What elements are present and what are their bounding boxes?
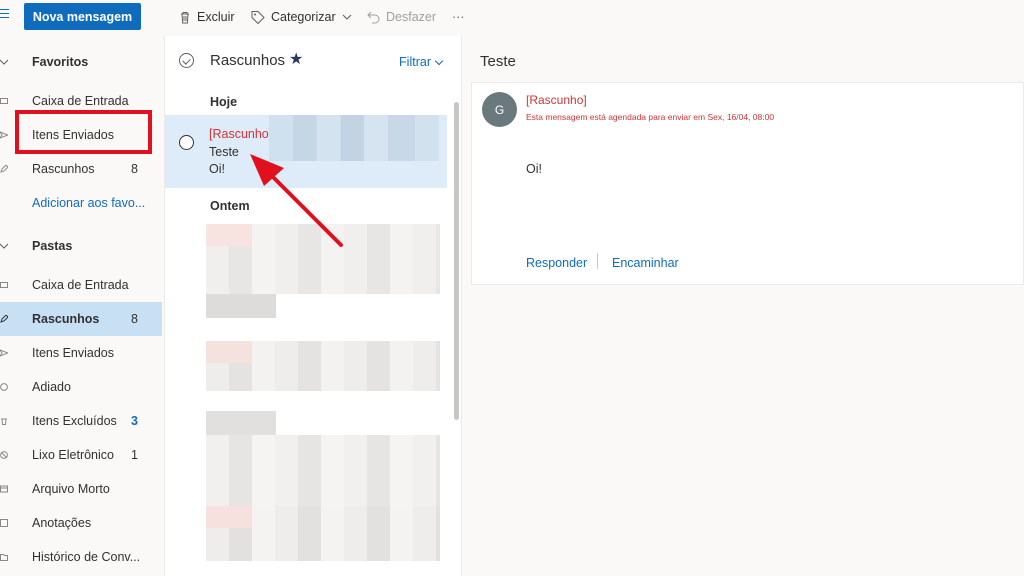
folders-header[interactable]: Pastas: [0, 229, 162, 263]
folder-item-junk[interactable]: Lixo Eletrônico 1: [0, 438, 162, 472]
chevron-down-icon: [0, 243, 8, 249]
junk-icon: [0, 451, 8, 459]
delete-button[interactable]: Excluir: [179, 8, 235, 26]
more-options-button[interactable]: ···: [452, 8, 465, 26]
folders-label: Pastas: [32, 239, 73, 253]
fav-item-label: Caixa de Entrada: [32, 94, 129, 108]
favorite-star-icon[interactable]: ★: [289, 49, 303, 69]
folder-label: Itens Excluídos: [32, 414, 117, 428]
list-scrollbar[interactable]: [454, 102, 459, 420]
group-header-today: Hoje: [210, 95, 238, 109]
filter-label: Filtrar: [399, 55, 431, 69]
reading-pane: Teste G [Rascunho] Esta mensagem está ag…: [463, 36, 1024, 576]
fav-item-label: Rascunhos: [32, 162, 95, 176]
archive-icon: [0, 485, 8, 493]
folder-item-conversation-history[interactable]: Histórico de Conv...: [0, 540, 162, 574]
add-favorite-label: Adicionar aos favo...: [32, 196, 146, 210]
unread-count: 8: [131, 162, 138, 176]
message-body: Oi!: [526, 162, 542, 176]
folder-item-drafts[interactable]: Rascunhos 8: [0, 302, 162, 336]
note-icon: [0, 519, 8, 527]
redacted-block: [206, 506, 252, 528]
undo-button[interactable]: Desfazer: [367, 8, 436, 26]
command-bar: Nova mensagem Excluir Categorizar Desfaz…: [0, 0, 1024, 36]
clock-icon: [0, 383, 8, 391]
trash-icon: [181, 11, 189, 23]
folder-label: Rascunhos: [32, 312, 100, 326]
folder-label: Arquivo Morto: [32, 482, 110, 496]
folder-item-deleted[interactable]: Itens Excluídos 3: [0, 404, 162, 438]
undo-icon: [367, 11, 380, 23]
message-list: Rascunhos ★ Filtrar Hoje [Rascunho] Test…: [164, 36, 462, 576]
send-icon: [0, 349, 8, 357]
schedule-note: Esta mensagem está agendada para enviar …: [526, 112, 775, 122]
folder-label: Anotações: [32, 516, 92, 530]
chevron-down-icon: [434, 56, 444, 66]
delete-label: Excluir: [197, 10, 235, 24]
favorites-header[interactable]: Favoritos: [0, 45, 162, 79]
folder-label: Lixo Eletrônico: [32, 448, 114, 462]
categorize-label: Categorizar: [271, 10, 336, 24]
hamburger-menu-icon[interactable]: [0, 9, 10, 23]
folder-label: Adiado: [32, 380, 71, 394]
pencil-icon: [0, 165, 8, 173]
message-subject: Teste: [209, 145, 239, 159]
fav-item-drafts[interactable]: Rascunhos 8: [0, 152, 162, 186]
folder-item-archive[interactable]: Arquivo Morto: [0, 472, 162, 506]
message-card: G [Rascunho] Esta mensagem está agendada…: [471, 82, 1024, 285]
reply-button[interactable]: Responder: [526, 256, 587, 270]
unread-count: 3: [131, 414, 138, 428]
redacted-block: [206, 224, 252, 246]
add-favorite-link[interactable]: Adicionar aos favo...: [0, 186, 162, 220]
folder-label: Histórico de Conv...: [32, 550, 141, 564]
divider: [597, 253, 598, 269]
folder-item-sent[interactable]: Itens Enviados: [0, 336, 162, 370]
message-select-radio[interactable]: [179, 135, 194, 150]
redacted-block: [269, 115, 439, 161]
folder-label: Caixa de Entrada: [32, 278, 129, 292]
message-title: Teste: [480, 53, 516, 70]
favorites-label: Favoritos: [32, 55, 89, 69]
folder-item-notes[interactable]: Anotações: [0, 506, 162, 540]
pencil-icon: [0, 315, 8, 323]
redacted-block: [206, 411, 276, 435]
redacted-block: [206, 294, 276, 318]
new-message-button[interactable]: Nova mensagem: [24, 3, 141, 30]
redacted-block: [206, 341, 252, 363]
filter-button[interactable]: Filtrar: [399, 55, 444, 69]
inbox-icon: [0, 98, 8, 104]
chevron-down-icon: [342, 14, 351, 20]
draft-tag: [Rascunho]: [209, 127, 273, 141]
trash-icon: [1, 418, 7, 425]
undo-label: Desfazer: [386, 10, 437, 24]
send-icon: [0, 131, 8, 139]
highlight-box: [15, 110, 152, 154]
folder-label: Itens Enviados: [32, 346, 114, 360]
message-list-header: Rascunhos ★ Filtrar: [165, 36, 462, 84]
forward-button[interactable]: Encaminhar: [612, 256, 679, 270]
avatar[interactable]: G: [482, 92, 517, 127]
folder-item-snoozed[interactable]: Adiado: [0, 370, 162, 404]
message-preview: Oi!: [209, 162, 225, 176]
folder-item-inbox[interactable]: Caixa de Entrada: [0, 268, 162, 302]
folder-title: Rascunhos: [210, 52, 286, 69]
folder-icon: [0, 554, 8, 561]
tag-icon: [251, 11, 265, 24]
unread-count: 8: [131, 312, 138, 326]
draft-tag: [Rascunho]: [526, 93, 587, 107]
group-header-yesterday: Ontem: [210, 199, 250, 213]
chevron-down-icon: [0, 59, 8, 65]
unread-count: 1: [131, 448, 138, 462]
categorize-button[interactable]: Categorizar: [251, 8, 358, 26]
inbox-icon: [0, 282, 8, 288]
message-item-selected[interactable]: [Rascunho] Teste Oi!: [165, 115, 447, 188]
select-all-checkbox[interactable]: [179, 53, 194, 68]
redacted-message: [206, 435, 440, 510]
